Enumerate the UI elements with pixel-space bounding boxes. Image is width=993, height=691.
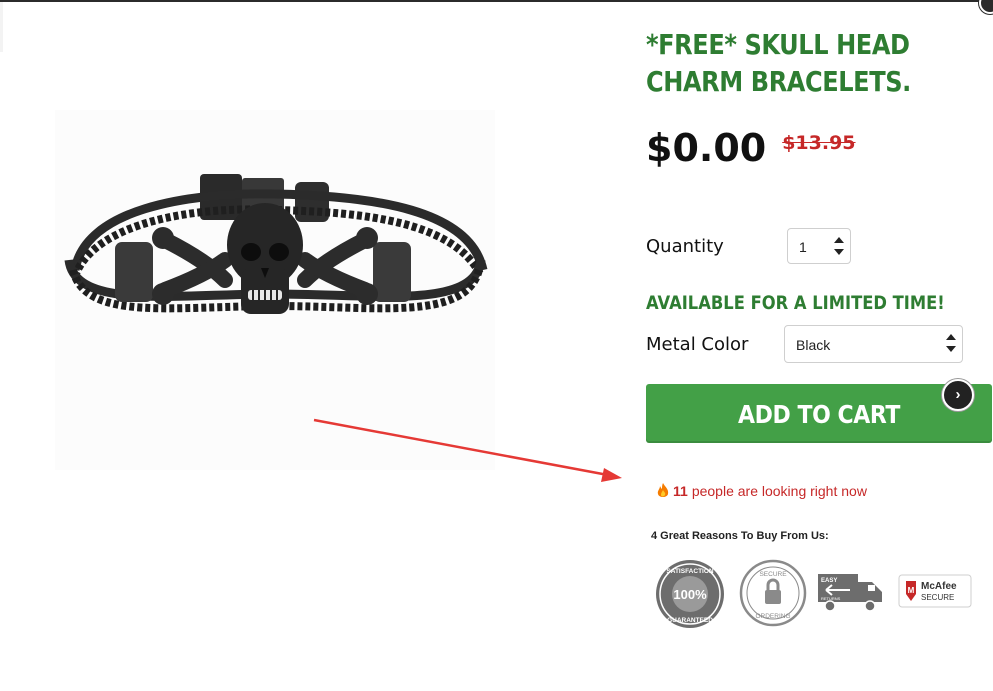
left-edge-strip [0, 2, 3, 52]
product-title: *FREE* SKULL HEAD CHARM BRACELETS. [646, 28, 911, 98]
badge-line2-text: SECURE [921, 593, 954, 602]
mcafee-m-mark: M [908, 586, 915, 595]
availability-notice: AVAILABLE FOR A LIMITED TIME! [646, 292, 945, 314]
fire-icon [657, 483, 669, 497]
metal-color-label: Metal Color [646, 334, 749, 355]
metal-color-select[interactable]: Black [784, 325, 963, 363]
badge-main-text: 100% [673, 587, 707, 602]
current-price: $0.00 [646, 126, 767, 170]
product-image [55, 110, 495, 470]
badge-top-text: SATISFACTION [666, 568, 713, 575]
select-arrows-icon[interactable] [946, 334, 956, 352]
quantity-label: Quantity [646, 236, 724, 257]
add-to-cart-button[interactable]: ADD TO CART [646, 384, 992, 443]
add-to-cart-label: ADD TO CART [738, 400, 900, 429]
price-row: $0.00 $13.95 [646, 126, 856, 170]
quantity-value[interactable]: 1 [799, 239, 807, 255]
badge-bottom-text: GUARANTEED [667, 617, 713, 624]
quantity-stepper[interactable]: 1 [787, 228, 851, 264]
increment-icon[interactable] [834, 237, 844, 243]
bracelet-illustration [55, 110, 495, 470]
viewers-notice: 11 people are looking right now [656, 483, 867, 499]
select-down-icon [946, 346, 956, 352]
product-panel: *FREE* SKULL HEAD CHARM BRACELETS. $0.00… [646, 0, 993, 691]
mcafee-secure-badge: M McAfee SECURE [898, 574, 972, 608]
trust-badges: 100% SATISFACTION GUARANTEED SECURE ORDE… [654, 558, 984, 630]
badge-line1-text: McAfee [921, 581, 957, 592]
easy-returns-badge: EASY RETURNS [816, 570, 888, 614]
chevron-right-icon[interactable]: › [942, 379, 974, 411]
select-up-icon [946, 334, 956, 340]
badge-main-text: EASY [821, 578, 837, 584]
badge-sub-text: RETURNS [821, 596, 841, 601]
viewers-count: 11 [673, 483, 688, 499]
stepper-arrows-icon[interactable] [834, 237, 844, 255]
secure-ordering-badge: SECURE ORDERING [738, 558, 808, 628]
badge-bottom-text: ORDERING [755, 613, 790, 620]
decrement-icon[interactable] [834, 249, 844, 255]
trust-heading: 4 Great Reasons To Buy From Us: [651, 530, 829, 542]
satisfaction-guaranteed-badge: 100% SATISFACTION GUARANTEED [654, 558, 726, 630]
badge-top-text: SECURE [759, 571, 787, 578]
viewers-text: people are looking right now [691, 483, 867, 499]
original-price: $13.95 [782, 132, 856, 154]
metal-color-value[interactable]: Black [796, 337, 830, 353]
